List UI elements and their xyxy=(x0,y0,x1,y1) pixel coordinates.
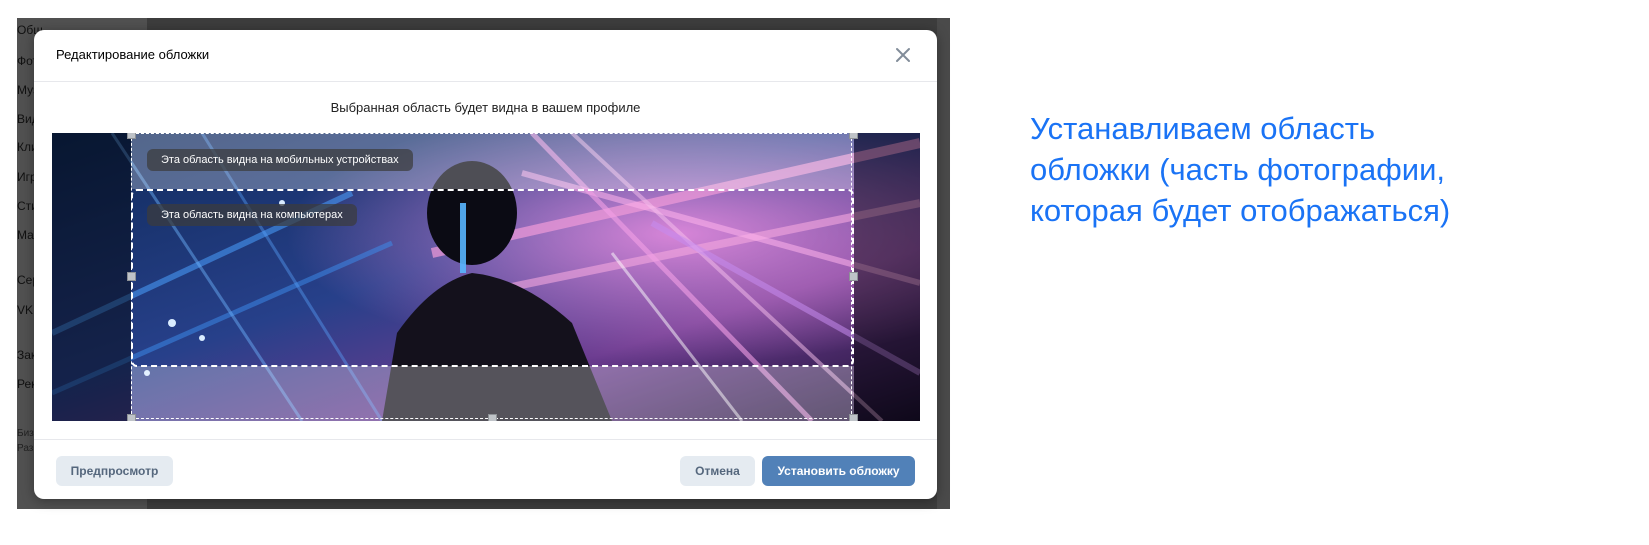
resize-handle[interactable] xyxy=(127,133,136,139)
crop-hint: Выбранная область будет видна в вашем пр… xyxy=(330,100,641,115)
cancel-button[interactable]: Отмена xyxy=(680,456,755,486)
modal-header: Редактирование обложки xyxy=(34,30,937,82)
caption-line: обложки (часть фотографии, xyxy=(1030,152,1446,187)
dim-overlay-left xyxy=(52,133,131,421)
resize-handle[interactable] xyxy=(127,272,136,281)
cover-editor-modal: Редактирование обложки Выбранная область… xyxy=(34,30,937,499)
close-button[interactable] xyxy=(891,43,915,67)
resize-handle[interactable] xyxy=(849,414,858,421)
close-icon xyxy=(896,48,910,62)
background-right-edge xyxy=(937,18,950,509)
mobile-area-label: Эта область видна на мобильных устройств… xyxy=(147,149,413,171)
caption-line: которая будет отображаться) xyxy=(1030,193,1451,228)
resize-handle[interactable] xyxy=(849,133,858,139)
modal-title: Редактирование обложки xyxy=(56,47,210,62)
dim-overlay-right xyxy=(854,133,920,421)
desktop-area-label: Эта область видна на компьютерах xyxy=(147,204,357,226)
caption-line: Устанавливаем область xyxy=(1030,111,1376,146)
set-cover-button[interactable]: Установить обложку xyxy=(762,456,915,486)
resize-handle[interactable] xyxy=(849,272,858,281)
resize-handle[interactable] xyxy=(127,414,136,421)
modal-footer: Предпросмотр Отмена Установить обложку xyxy=(34,439,937,499)
resize-handle[interactable] xyxy=(488,414,497,421)
preview-button[interactable]: Предпросмотр xyxy=(56,456,173,486)
crop-area[interactable]: Эта область видна на мобильных устройств… xyxy=(52,133,920,421)
instruction-caption: Устанавливаем область обложки (часть фот… xyxy=(1030,108,1630,231)
